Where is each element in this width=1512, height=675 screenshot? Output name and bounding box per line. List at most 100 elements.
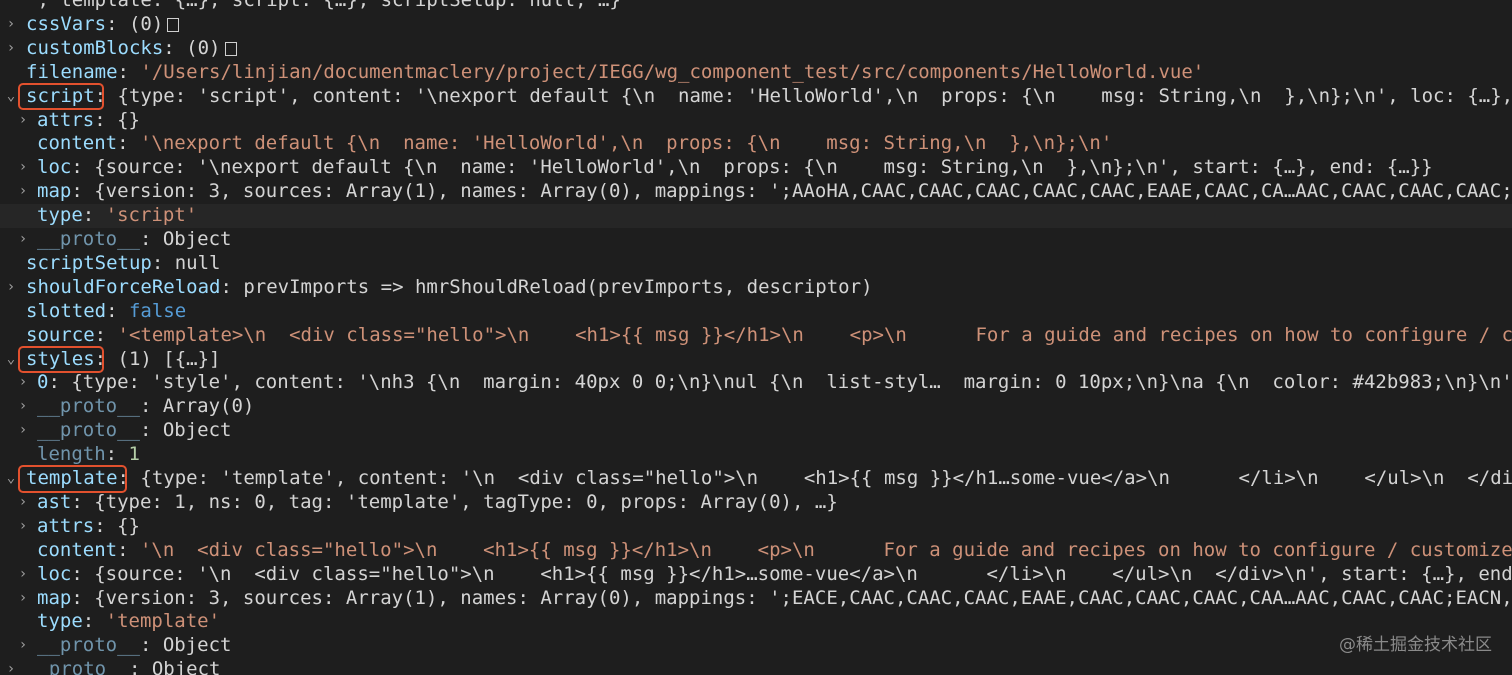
console-row[interactable]: › shouldForceReload: prevImports => hmrSh… (0, 276, 1512, 300)
property-separator: : (94, 347, 118, 370)
property-line: __proto__: Object (37, 419, 231, 443)
property-separator: : (94, 108, 118, 131)
chevron-right-icon[interactable]: › (16, 587, 30, 611)
console-row[interactable]: › attrs: {} (0, 515, 1512, 539)
chevron-right-icon[interactable]: › (4, 13, 18, 37)
console-row[interactable]: › cssVars: (0) (0, 13, 1512, 37)
console-row[interactable]: › customBlocks: (0) (0, 37, 1512, 61)
property-value: Object (151, 658, 221, 675)
property-line: content: '\n <div class="hello">\n <h1>{… (37, 539, 1512, 563)
property-line: loc: {source: '\n <div class="hello">\n … (37, 563, 1512, 587)
property-key: template (26, 467, 118, 489)
chevron-right-icon[interactable]: › (16, 156, 30, 180)
object-preview-text: ', template: {…}, script: {…}, scriptSet… (26, 0, 621, 11)
property-value: {} (117, 108, 140, 131)
property-separator: : (71, 490, 95, 513)
chevron-right-icon[interactable]: › (16, 371, 30, 395)
console-row: filename: '/Users/linjian/documentmacler… (0, 61, 1512, 85)
property-value: Array(0) (162, 395, 255, 418)
chevron-right-icon[interactable]: › (16, 491, 30, 515)
console-row[interactable]: ⌄ script: {type: 'script', content: '\nex… (0, 85, 1512, 109)
chevron-right-icon[interactable]: › (4, 37, 18, 61)
property-separator: : (106, 12, 129, 35)
property-key: type (37, 204, 83, 227)
property-line: __proto__: Object (37, 634, 231, 658)
property-key: loc (37, 156, 72, 179)
property-value: Object (162, 419, 232, 442)
property-value: {source: '\n <div class="hello">\n <h1>{… (94, 562, 1512, 585)
console-row[interactable]: › ast: {type: 1, ns: 0, tag: 'template', … (0, 491, 1512, 515)
property-value: 'script' (105, 204, 198, 227)
property-value: {version: 3, sources: Array(1), names: A… (94, 586, 1512, 609)
property-line: source: '<template>\n <div class="hello"… (26, 324, 1512, 348)
property-line: map: {version: 3, sources: Array(1), nam… (37, 587, 1512, 611)
property-value: prevImports => hmrShouldReload(prevImpor… (243, 275, 873, 298)
property-value: {} (117, 514, 140, 537)
property-line: script: {type: 'script', content: '\nexp… (26, 85, 1512, 109)
console-row[interactable]: › __proto__: Object (0, 419, 1512, 443)
property-line: type: 'template' (37, 610, 220, 634)
property-key: attrs (37, 514, 95, 537)
console-row: content: '\n <div class="hello">\n <h1>{… (0, 539, 1512, 563)
property-line: scriptSetup: null (26, 252, 221, 276)
property-line: cssVars: (0) (26, 12, 180, 37)
chevron-right-icon[interactable]: › (16, 395, 30, 419)
property-key: __proto__ (37, 634, 140, 657)
chevron-right-icon[interactable]: › (16, 109, 30, 133)
console-row[interactable]: › loc: {source: '\nexport default {\n nam… (0, 156, 1512, 180)
chevron-right-icon[interactable]: › (4, 276, 18, 300)
chevron-down-icon[interactable]: ⌄ (4, 467, 18, 491)
console-row[interactable]: › __proto__: Array(0) (0, 395, 1512, 419)
property-key: __proto__ (37, 395, 140, 418)
console-row[interactable]: › map: {version: 3, sources: Array(1), na… (0, 180, 1512, 204)
property-separator: : (94, 84, 118, 107)
console-row[interactable]: › __proto__: Object (0, 634, 1512, 658)
property-key: attrs (37, 108, 95, 131)
property-key: type (37, 610, 83, 633)
property-separator: : (117, 132, 140, 155)
property-separator: : (117, 467, 141, 489)
chevron-down-icon[interactable]: ⌄ (4, 348, 18, 372)
property-key: ast (37, 490, 72, 513)
console-row[interactable]: › attrs: {} (0, 109, 1512, 133)
chevron-right-icon[interactable]: › (16, 634, 30, 658)
property-line: content: '\nexport default {\n name: 'He… (37, 132, 1112, 156)
property-value: (0) (186, 36, 221, 59)
property-line: map: {version: 3, sources: Array(1), nam… (37, 180, 1512, 204)
empty-array-icon (167, 17, 180, 32)
chevron-right-icon[interactable]: › (16, 515, 30, 539)
property-value: '\n <div class="hello">\n <h1>{{ msg }}<… (139, 538, 1512, 561)
property-separator: : (105, 443, 129, 466)
console-row[interactable]: › 0: {type: 'style', content: '\nh3 {\n m… (0, 371, 1512, 395)
property-separator: : (151, 251, 175, 274)
property-line: 0: {type: 'style', content: '\nh3 {\n ma… (37, 371, 1512, 395)
chevron-right-icon[interactable]: › (16, 228, 30, 252)
chevron-right-icon[interactable]: › (16, 180, 30, 204)
property-line: template: {type: 'template', content: '\… (26, 467, 1512, 491)
property-key: length (37, 443, 106, 466)
property-key: content (37, 132, 118, 155)
console-row[interactable]: › loc: {source: '\n <div class="hello">\n… (0, 563, 1512, 587)
property-key: filename (26, 60, 118, 83)
property-key: __proto__ (37, 228, 140, 250)
console-row[interactable]: › __proto__: Object (0, 228, 1512, 252)
property-key: __proto__ (37, 419, 140, 442)
chevron-right-icon[interactable]: › (16, 419, 30, 443)
property-separator: : (82, 610, 106, 633)
property-separator: : (71, 180, 95, 203)
property-value: {type: 'script', content: '\nexport defa… (117, 84, 1512, 107)
console-row[interactable]: ⌄ template: {type: 'template', content: '… (0, 467, 1512, 491)
console-row[interactable]: ⌄ styles: (1) [{…}] (0, 348, 1512, 372)
console-row[interactable]: › __proto__: Object (0, 658, 1512, 675)
property-line: filename: '/Users/linjian/documentmacler… (26, 61, 1204, 85)
property-key: 0 (37, 371, 49, 394)
chevron-right-icon[interactable]: › (4, 658, 18, 675)
watermark: @稀土掘金技术社区 (1339, 635, 1492, 655)
property-value: '/Users/linjian/documentmaclery/project/… (140, 60, 1205, 83)
chevron-right-icon[interactable]: › (16, 563, 30, 587)
chevron-down-icon[interactable]: ⌄ (4, 85, 18, 109)
property-separator: : (94, 514, 118, 537)
property-value: {version: 3, sources: Array(1), names: A… (94, 180, 1512, 203)
property-key: slotted (26, 299, 107, 322)
console-row[interactable]: › map: {version: 3, sources: Array(1), na… (0, 587, 1512, 611)
